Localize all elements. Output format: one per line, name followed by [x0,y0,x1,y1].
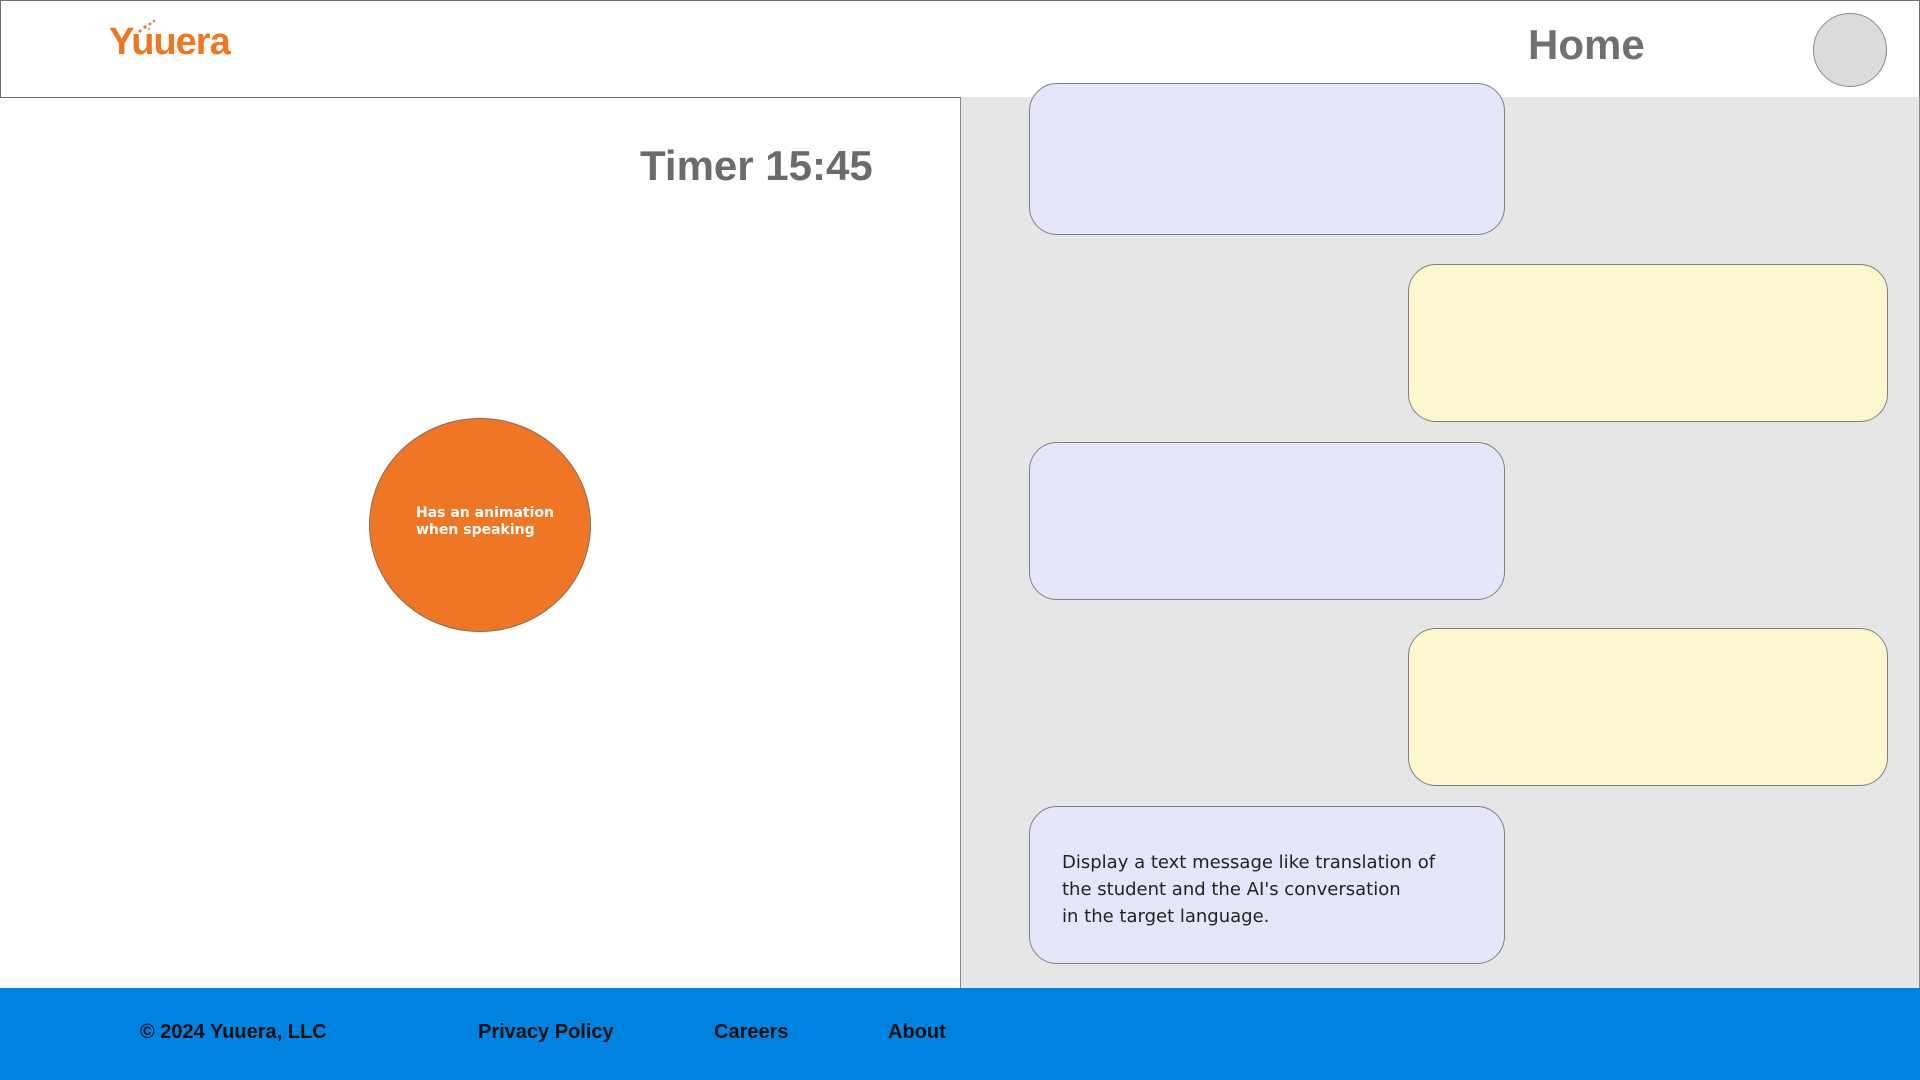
user-message-bubble [1408,264,1888,422]
speaker-panel: Timer 15:45 Has an animation when speaki… [0,98,960,988]
top-header: Yuuera Home [0,0,1920,98]
chat-transcript-panel[interactable]: Display a text message like translation … [960,83,1920,988]
message-text: Display a text message like translation … [1062,852,1436,927]
avatar[interactable] [1813,13,1887,87]
careers-link[interactable]: Careers [714,1021,789,1044]
footer-copyright: © 2024 Yuuera, LLC [140,1021,327,1043]
ai-message-bubble [1029,83,1505,235]
ai-message-bubble [1029,442,1505,600]
page-title[interactable]: Home [1528,21,1645,69]
user-message-bubble [1408,628,1888,786]
ai-message-bubble: Display a text message like translation … [1029,806,1505,964]
logo-text: Yuuera [109,21,231,63]
speaker-orb-note: Has an animation when speaking [416,505,554,538]
about-link[interactable]: About [888,1021,946,1044]
privacy-policy-link[interactable]: Privacy Policy [478,1021,614,1044]
ai-speaker-orb: Has an animation when speaking [369,418,591,632]
session-timer: Timer 15:45 [640,142,873,189]
sparkle-icon [138,19,156,33]
footer: © 2024 Yuuera, LLC Privacy Policy Career… [0,988,1920,1080]
yuuera-logo[interactable]: Yuuera [109,19,231,73]
